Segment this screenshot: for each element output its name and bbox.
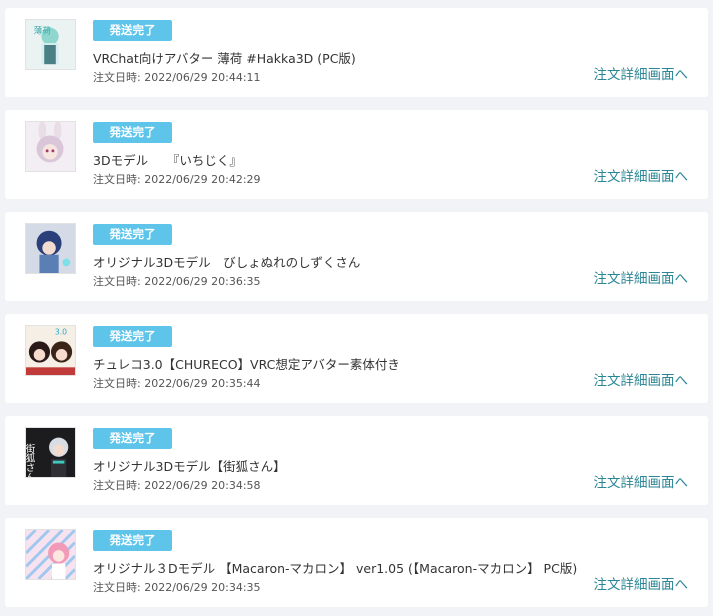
status-badge: 発送完了	[93, 122, 172, 143]
product-thumbnail[interactable]: 街狐さん	[25, 427, 76, 478]
product-title: オリジナル3Dモデル【街狐さん】	[93, 459, 286, 474]
order-list: 薄荷 発送完了 VRChat向けアバター 薄荷 #Hakka3D (PC版) 注…	[0, 0, 713, 616]
order-detail-link[interactable]: 注文詳細画面へ	[594, 369, 689, 389]
thumbnail-caption: 3.0	[55, 328, 67, 337]
order-date: 注文日時: 2022/06/29 20:42:29	[93, 171, 261, 187]
order-card: 発送完了 オリジナル３Dモデル 【Macaron-マカロン】 ver1.05 (…	[5, 518, 708, 607]
thumbnail-caption: 薄荷	[34, 24, 52, 36]
product-thumbnail[interactable]: 3.0	[25, 325, 76, 376]
product-thumbnail[interactable]	[25, 529, 76, 580]
order-date-value: 2022/06/29 20:35:44	[144, 377, 261, 390]
order-date-label: 注文日時:	[93, 71, 141, 84]
order-date: 注文日時: 2022/06/29 20:36:35	[93, 273, 261, 289]
order-detail-link[interactable]: 注文詳細画面へ	[594, 471, 689, 491]
product-title: チュレコ3.0【CHURECO】VRC想定アバター素体付き	[93, 357, 400, 372]
order-date-value: 2022/06/29 20:42:29	[144, 173, 261, 186]
order-date-label: 注文日時:	[93, 173, 141, 186]
order-date: 注文日時: 2022/06/29 20:44:11	[93, 69, 261, 85]
status-badge: 発送完了	[93, 224, 172, 245]
order-detail-link[interactable]: 注文詳細画面へ	[594, 573, 689, 593]
order-date: 注文日時: 2022/06/29 20:34:58	[93, 477, 261, 493]
status-badge: 発送完了	[93, 428, 172, 449]
order-card: 街狐さん 発送完了 オリジナル3Dモデル【街狐さん】 注文日時: 2022/06…	[5, 416, 708, 505]
order-date-label: 注文日時:	[93, 581, 141, 594]
order-detail-link[interactable]: 注文詳細画面へ	[594, 165, 689, 185]
status-badge: 発送完了	[93, 530, 172, 551]
order-date-label: 注文日時:	[93, 377, 141, 390]
order-card: 3.0 発送完了 チュレコ3.0【CHURECO】VRC想定アバター素体付き 注…	[5, 314, 708, 403]
order-date-value: 2022/06/29 20:34:58	[144, 479, 261, 492]
product-title: オリジナル3Dモデル びしょぬれのしずくさん	[93, 255, 361, 270]
status-badge: 発送完了	[93, 20, 172, 41]
order-date: 注文日時: 2022/06/29 20:34:35	[93, 579, 261, 595]
product-title: オリジナル３Dモデル 【Macaron-マカロン】 ver1.05 (【Maca…	[93, 561, 578, 576]
status-badge: 発送完了	[93, 326, 172, 347]
order-card: 発送完了 3Dモデル 『いちじく』 注文日時: 2022/06/29 20:42…	[5, 110, 708, 199]
order-detail-link[interactable]: 注文詳細画面へ	[594, 63, 689, 83]
product-title: 3Dモデル 『いちじく』	[93, 153, 242, 168]
order-date: 注文日時: 2022/06/29 20:35:44	[93, 375, 261, 391]
product-title: VRChat向けアバター 薄荷 #Hakka3D (PC版)	[93, 51, 356, 66]
product-thumbnail[interactable]: 薄荷	[25, 19, 76, 70]
product-thumbnail[interactable]	[25, 223, 76, 274]
order-card: 発送完了 オリジナル3Dモデル びしょぬれのしずくさん 注文日時: 2022/0…	[5, 212, 708, 301]
order-date-value: 2022/06/29 20:44:11	[144, 71, 261, 84]
order-detail-link[interactable]: 注文詳細画面へ	[594, 267, 689, 287]
order-card: 薄荷 発送完了 VRChat向けアバター 薄荷 #Hakka3D (PC版) 注…	[5, 8, 708, 97]
thumbnail-caption: 街狐さん	[26, 443, 35, 477]
order-date-label: 注文日時:	[93, 275, 141, 288]
order-date-value: 2022/06/29 20:36:35	[144, 275, 261, 288]
product-thumbnail[interactable]	[25, 121, 76, 172]
order-date-label: 注文日時:	[93, 479, 141, 492]
order-date-value: 2022/06/29 20:34:35	[144, 581, 261, 594]
